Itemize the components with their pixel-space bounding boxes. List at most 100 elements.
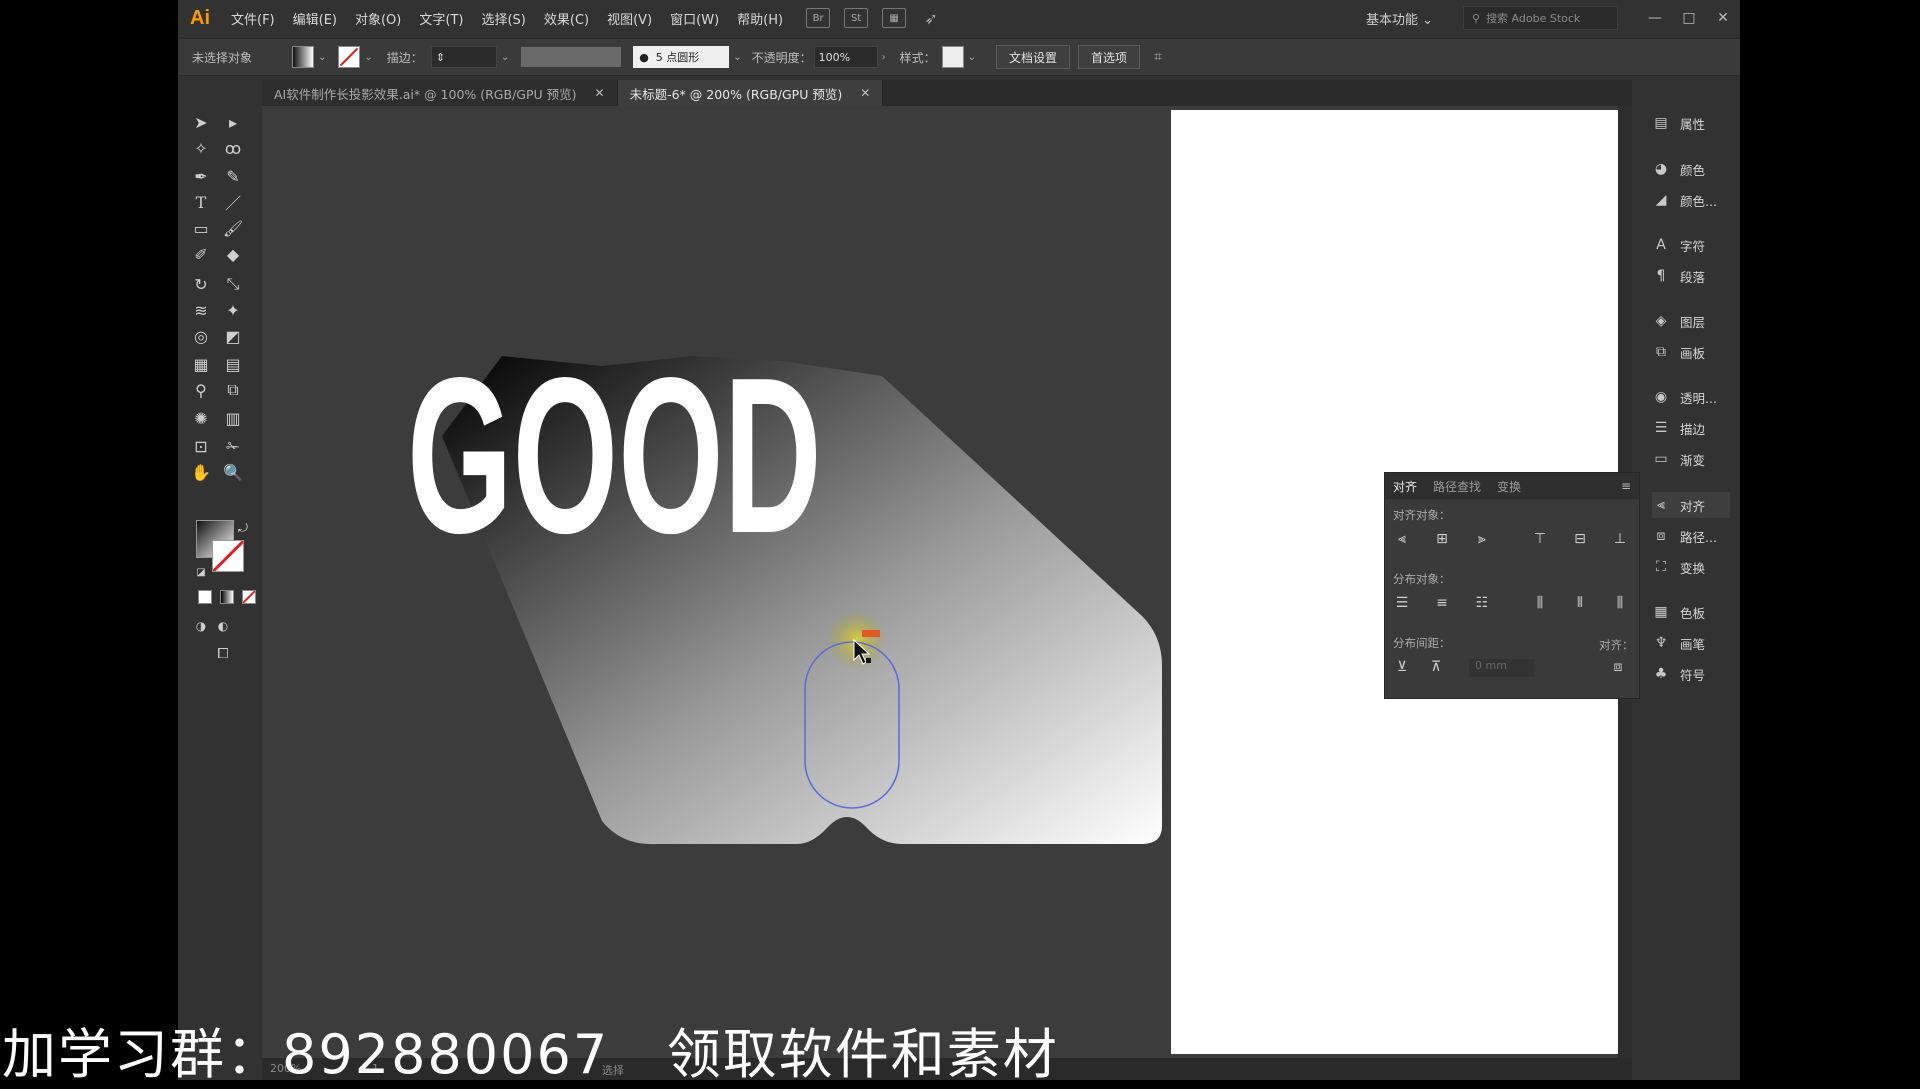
graph-tool-icon[interactable]: ▥ — [220, 406, 246, 430]
menu-view[interactable]: 视图(V) — [598, 9, 661, 28]
curvature-tool-icon[interactable]: ✎ — [220, 164, 246, 188]
gradient-mode-icon[interactable] — [220, 590, 234, 604]
default-fill-stroke-icon[interactable]: ◪ — [188, 560, 214, 584]
pen-tool-icon[interactable]: ✒ — [188, 164, 214, 188]
magic-wand-tool-icon[interactable]: ✧ — [188, 136, 214, 160]
dock-item-swatches[interactable]: ▦ 色板 — [1652, 599, 1730, 625]
rotate-tool-icon[interactable]: ↻ — [188, 272, 214, 296]
preferences-button[interactable]: 首选项 — [1078, 45, 1141, 69]
zoom-tool-icon[interactable]: 🔍 — [220, 460, 246, 484]
paintbrush-tool-icon[interactable]: 🖌 — [220, 216, 246, 240]
swap-fill-stroke-icon[interactable]: ⤾ — [230, 516, 256, 540]
distribute-left-icon[interactable]: ⫼ — [1529, 593, 1551, 613]
align-vcenter-icon[interactable]: ⊟ — [1569, 529, 1591, 549]
spacing-input[interactable]: 0 mm — [1469, 659, 1535, 677]
menu-help[interactable]: 帮助(H) — [728, 9, 792, 28]
dock-item-layers[interactable]: ◈ 图层 — [1652, 308, 1730, 334]
distribute-vspace-icon[interactable]: ⊻ — [1391, 657, 1413, 677]
dock-item-transparency[interactable]: ◉ 透明... — [1652, 384, 1730, 410]
stroke-weight-input[interactable]: ⇕ — [430, 46, 497, 68]
chevron-right-icon[interactable]: › — [882, 52, 886, 63]
menu-object[interactable]: 对象(O) — [346, 9, 410, 28]
stock-search-input[interactable]: ⚲ 搜索 Adobe Stock — [1463, 6, 1618, 30]
dock-item-paragraph[interactable]: ¶ 段落 — [1652, 263, 1730, 289]
maximize-button[interactable]: □ — [1672, 10, 1706, 26]
dock-item-artboards[interactable]: ⧉ 画板 — [1652, 339, 1730, 365]
close-icon[interactable]: ✕ — [595, 86, 605, 100]
direct-selection-tool-icon[interactable]: ▸ — [220, 110, 246, 134]
symbol-sprayer-tool-icon[interactable]: ✺ — [188, 406, 214, 430]
distribute-top-icon[interactable]: ☰ — [1391, 593, 1413, 613]
selection-tool-icon[interactable]: ➤ — [188, 110, 214, 134]
warp-tool-icon[interactable]: ≋ — [188, 298, 214, 322]
distribute-bottom-icon[interactable]: ☷ — [1471, 593, 1493, 613]
line-tool-icon[interactable]: ／ — [220, 190, 246, 214]
shaper-tool-icon[interactable]: ✐ — [188, 242, 214, 266]
fill-swatch[interactable] — [292, 46, 315, 68]
opacity-input[interactable]: 100% — [813, 46, 878, 68]
align-left-icon[interactable]: ⫷ — [1391, 529, 1413, 549]
dock-item-transform[interactable]: ⛶ 变换 — [1652, 554, 1730, 580]
type-tool-icon[interactable]: T — [188, 190, 214, 214]
blend-tool-icon[interactable]: ⧉ — [220, 378, 246, 402]
document-setup-button[interactable]: 文档设置 — [996, 45, 1071, 69]
dock-item-stroke[interactable]: ☰ 描边 — [1652, 415, 1730, 441]
lasso-tool-icon[interactable]: ꝏ — [220, 136, 246, 160]
screen-mode-icon[interactable]: ⧠ — [210, 642, 236, 666]
draw-behind-icon[interactable]: ◐ — [210, 614, 236, 638]
chevron-down-icon[interactable]: ⌄ — [318, 52, 326, 63]
graphic-style-swatch[interactable] — [941, 46, 964, 68]
chevron-down-icon[interactable]: ⌄ — [364, 52, 372, 63]
stroke-color-icon[interactable] — [212, 540, 244, 572]
mesh-tool-icon[interactable]: ▦ — [188, 352, 214, 376]
distribute-hspace-icon[interactable]: ⊼ — [1425, 657, 1447, 677]
dock-item-gradient[interactable]: ▭ 渐变 — [1652, 446, 1730, 472]
dock-item-brushes[interactable]: ♆ 画笔 — [1652, 630, 1730, 656]
good-text[interactable]: GOOD — [407, 331, 822, 579]
stroke-swatch[interactable] — [338, 46, 361, 68]
close-window-button[interactable]: ✕ — [1706, 10, 1740, 26]
tab-document-2[interactable]: 未标题-6* @ 200% (RGB/GPU 预览) ✕ — [617, 80, 884, 106]
dock-item-color[interactable]: ◕ 颜色 — [1652, 156, 1730, 182]
dock-item-properties[interactable]: ▤ 属性 — [1652, 110, 1730, 136]
chevron-down-icon[interactable]: ⌄ — [501, 52, 509, 63]
gradient-tool-icon[interactable]: ▤ — [220, 352, 246, 376]
puppet-warp-tool-icon[interactable]: ✦ — [220, 298, 246, 322]
none-mode-icon[interactable] — [242, 590, 256, 604]
tab-document-1[interactable]: AI软件制作长投影效果.ai* @ 100% (RGB/GPU 预览) ✕ — [262, 80, 618, 106]
scale-tool-icon[interactable]: ⤡ — [220, 272, 246, 296]
menu-edit[interactable]: 编辑(E) — [284, 9, 346, 28]
minimize-button[interactable]: — — [1638, 10, 1672, 26]
tab-align[interactable]: 对齐 — [1385, 478, 1425, 495]
color-mode-icon[interactable] — [198, 590, 212, 604]
perspective-grid-tool-icon[interactable]: ◩ — [220, 324, 246, 348]
dock-item-color-guide[interactable]: ◢ 颜色... — [1652, 187, 1730, 213]
dock-item-align[interactable]: ⫷ 对齐 — [1652, 492, 1730, 518]
variable-width-profile[interactable] — [521, 47, 622, 67]
eraser-tool-icon[interactable]: ◆ — [220, 242, 246, 266]
dock-item-symbols[interactable]: ♣ 符号 — [1652, 661, 1730, 687]
chevron-down-icon[interactable]: ⌄ — [968, 52, 976, 63]
menu-type[interactable]: 文字(T) — [410, 9, 472, 28]
menu-select[interactable]: 选择(S) — [472, 9, 534, 28]
rectangle-tool-icon[interactable]: ▭ — [188, 216, 214, 240]
panel-menu-icon[interactable]: ≡ — [1621, 479, 1631, 493]
menu-window[interactable]: 窗口(W) — [661, 9, 728, 28]
distribute-hcenter-icon[interactable]: ⦀ — [1569, 593, 1591, 613]
align-to-dropdown-icon[interactable]: ⧈ — [1607, 657, 1629, 677]
slice-tool-icon[interactable]: ✁ — [220, 434, 246, 458]
align-top-icon[interactable]: ⊤ — [1529, 529, 1551, 549]
menu-file[interactable]: 文件(F) — [222, 9, 284, 28]
hand-tool-icon[interactable]: ✋ — [188, 460, 214, 484]
dock-item-character[interactable]: A 字符 — [1652, 232, 1730, 258]
tab-pathfinder[interactable]: 路径查找 — [1425, 478, 1489, 495]
artboard-tool-icon[interactable]: ⊡ — [188, 434, 214, 458]
workspace-switcher[interactable]: 基本功能 ⌄ — [1366, 9, 1433, 28]
close-icon[interactable]: ✕ — [860, 86, 870, 100]
align-right-icon[interactable]: ⫸ — [1471, 529, 1493, 549]
tab-transform[interactable]: 变换 — [1489, 478, 1529, 495]
gpu-rocket-icon[interactable]: ➶ — [920, 9, 942, 28]
arrange-icon[interactable]: ⌗ — [1154, 49, 1162, 65]
brush-definition-dropdown[interactable]: ● 5 点圆形 — [633, 46, 730, 68]
distribute-vcenter-icon[interactable]: ≡ — [1431, 593, 1453, 613]
